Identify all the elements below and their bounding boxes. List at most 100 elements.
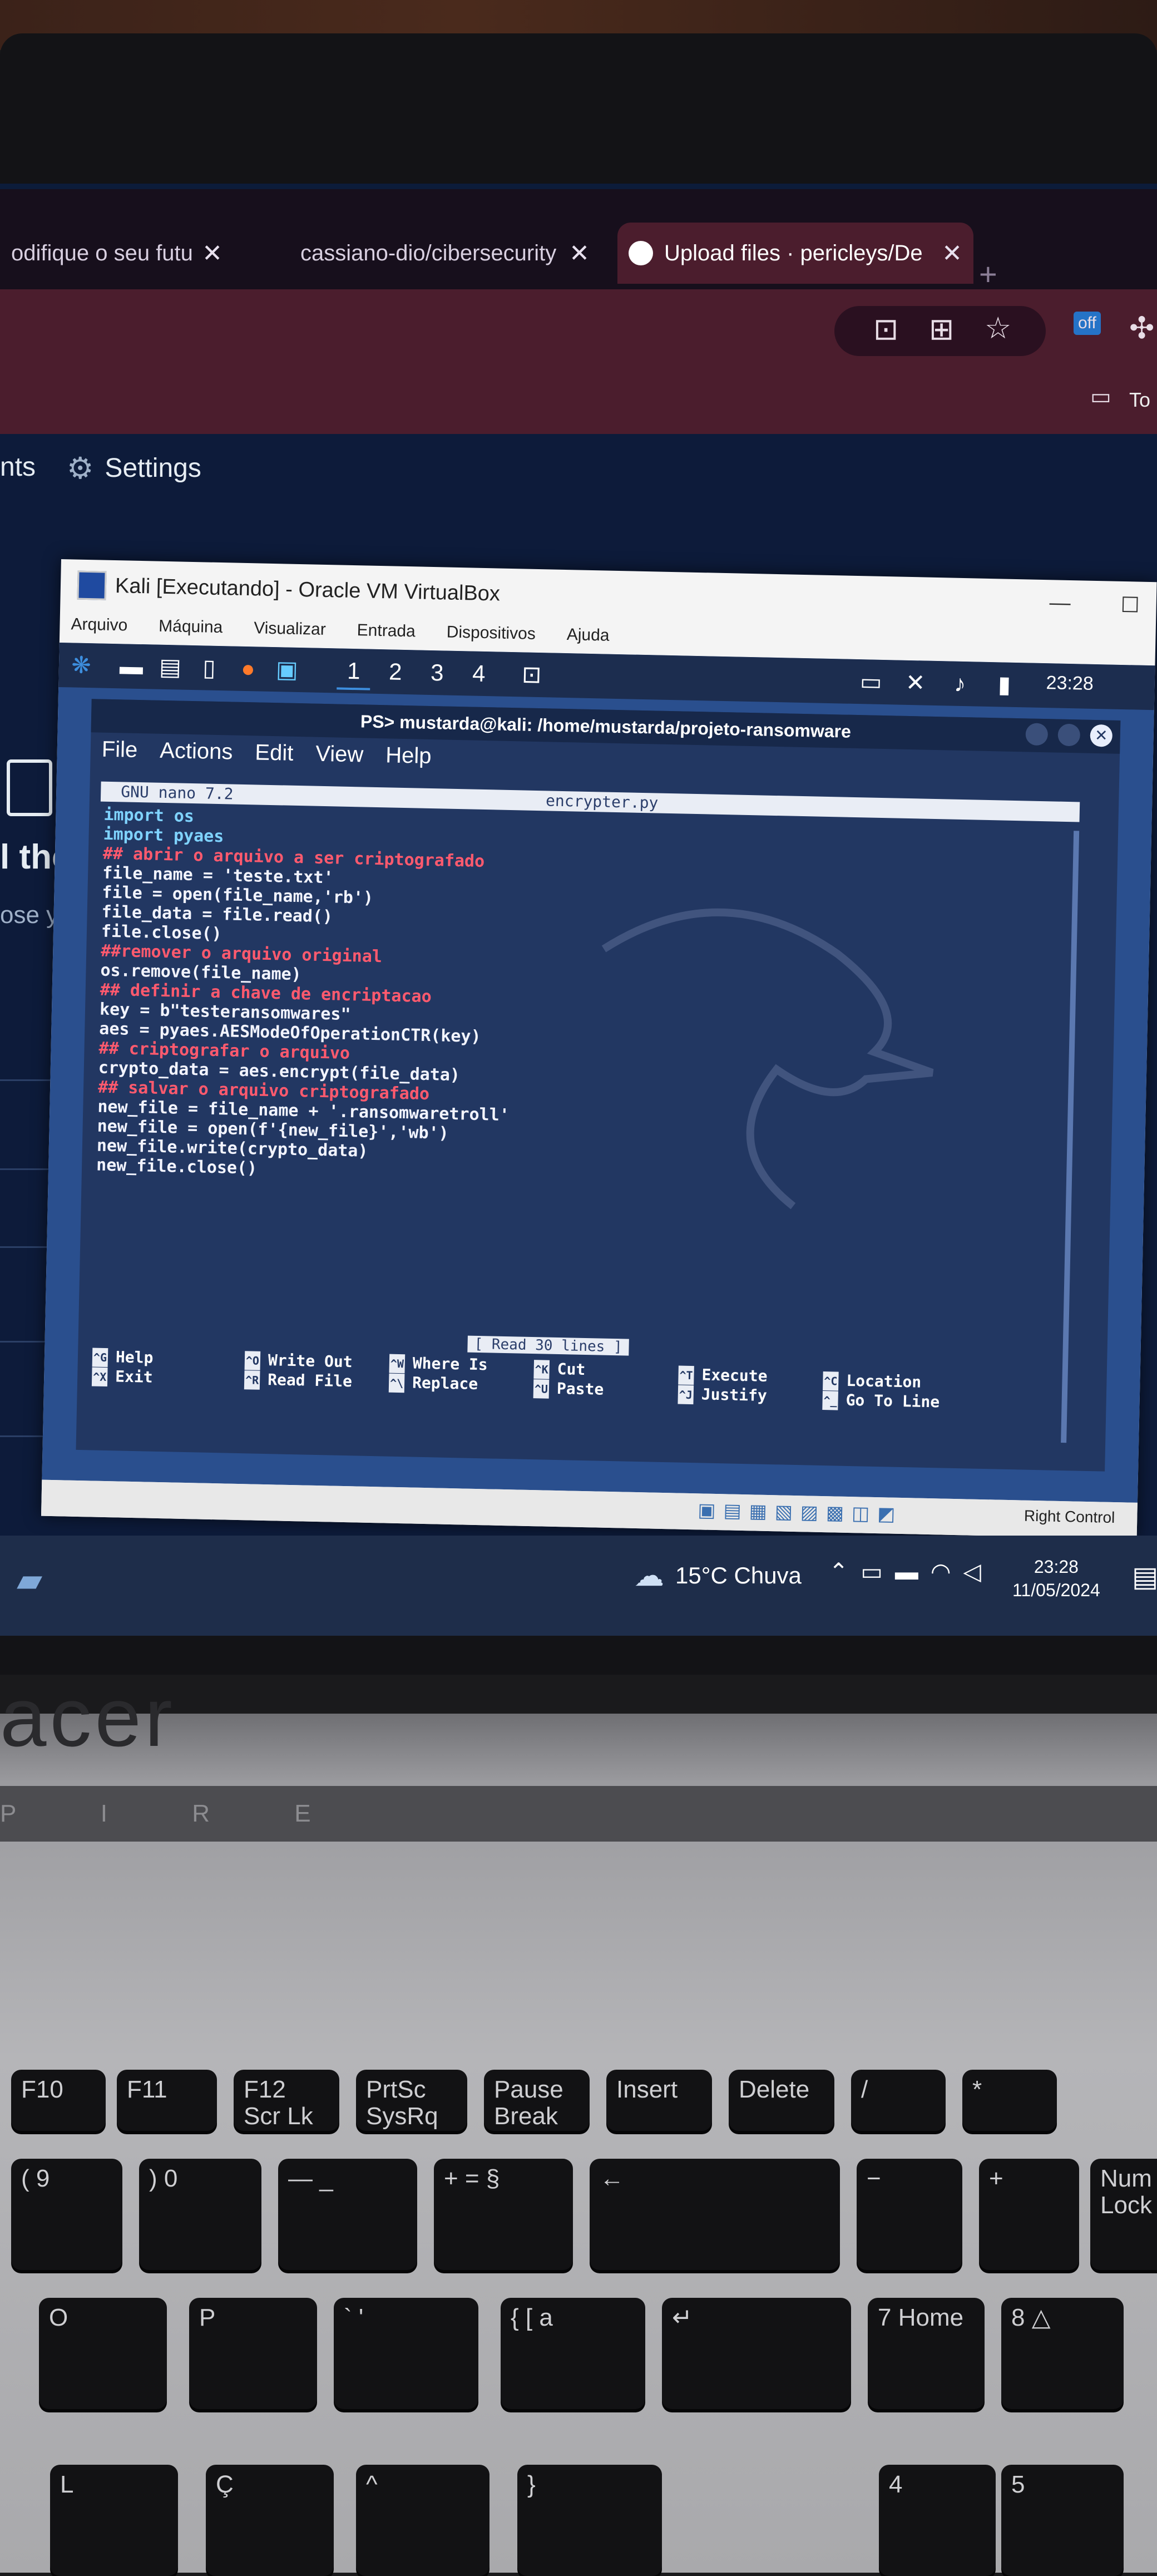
nano-filename: encrypter.py [545, 791, 659, 812]
keyboard-key[interactable]: + = § [434, 2159, 573, 2270]
menu-entrada[interactable]: Entrada [357, 621, 416, 641]
shortcut-key: ^J [678, 1385, 694, 1405]
keyboard-key[interactable]: L [50, 2465, 178, 2576]
keyboard-key[interactable]: ) 0 [139, 2159, 261, 2270]
laptop-palmrest [0, 1714, 1157, 2573]
keyboard-key[interactable]: ` ' [334, 2298, 478, 2409]
repo-settings-tab[interactable]: ⚙ Settings [67, 451, 201, 486]
keyboard-key[interactable]: + [979, 2159, 1079, 2270]
github-icon [629, 241, 653, 265]
tab-inactive-1[interactable]: odifique o seu futu ✕ [0, 223, 234, 284]
keyboard-key[interactable]: ^ [356, 2465, 490, 2576]
keyboard-key[interactable]: ↵ [662, 2298, 851, 2409]
maximize-icon[interactable]: ☐ [1120, 593, 1140, 618]
maximize-icon[interactable] [1057, 723, 1081, 747]
menu-view[interactable]: View [315, 742, 364, 768]
keyboard-key[interactable]: F10 [11, 2070, 106, 2131]
new-tab-button[interactable]: + [979, 256, 997, 292]
vbox-device-icons[interactable]: ▣▤▦▧▨▩◫◩ [698, 1499, 903, 1526]
menu-edit[interactable]: Edit [255, 740, 294, 766]
close-icon[interactable]: ✕ [569, 239, 590, 268]
workspace-3[interactable]: 3 [420, 656, 454, 690]
keyboard-key[interactable]: Insert [606, 2070, 712, 2131]
browser-toolbar: ⊡ ⊞ ☆ off ✣ [0, 289, 1157, 373]
virtualbox-icon [77, 570, 107, 600]
menu-maquina[interactable]: Máquina [159, 617, 223, 637]
close-icon[interactable]: ✕ [202, 239, 222, 268]
keyboard-key[interactable]: { [ a [501, 2298, 645, 2409]
keyboard-key[interactable]: Delete [729, 2070, 834, 2131]
keyboard-key[interactable]: Pause Break [484, 2070, 590, 2131]
keyboard-key[interactable]: Num Lock [1090, 2159, 1157, 2270]
taskbar-clock[interactable]: 23:28 11/05/2024 [1012, 1555, 1100, 1602]
show-desktop-icon[interactable]: ▬ [114, 649, 148, 683]
system-tray-icons[interactable]: ⌃▭▬◠◁ [829, 1558, 993, 1585]
shortcut-label: Read File [267, 1370, 353, 1391]
keyboard-key[interactable]: PrtSc SysRq [356, 2070, 467, 2131]
window-list-icon[interactable]: ⊡ [515, 658, 548, 692]
shortcut-label: Cut [557, 1359, 586, 1379]
shortcut-label: Justify [701, 1385, 768, 1405]
translate-icon[interactable]: ⊞ [929, 312, 954, 347]
nano-status-message: [ Read 30 lines ] [467, 1335, 629, 1356]
terminal-icon[interactable]: ▣ [270, 653, 304, 687]
keyboard-key[interactable]: O [39, 2298, 167, 2409]
keyboard-key[interactable]: } [517, 2465, 662, 2576]
workspace-2[interactable]: 2 [378, 655, 412, 689]
shortcut-key: ^\ [388, 1373, 405, 1393]
weather-label: 15°C Chuva [675, 1562, 802, 1588]
keyboard-key[interactable]: Ç [206, 2465, 334, 2576]
weather-widget[interactable]: ☁ 15°C Chuva [634, 1558, 802, 1593]
menu-file[interactable]: File [101, 737, 137, 763]
monitor-icon[interactable]: ▭ [854, 665, 888, 699]
text-editor-icon[interactable]: ▯ [192, 651, 226, 685]
battery-icon[interactable]: ▮ [987, 668, 1021, 702]
shortcut-key: ^R [244, 1370, 260, 1390]
close-icon[interactable]: ✕ [1090, 724, 1113, 747]
tab-active[interactable]: Upload files · pericleys/De ✕ [617, 223, 973, 284]
repo-nav-fragment[interactable]: nts [0, 452, 36, 482]
keyboard-key[interactable]: F11 [117, 2070, 217, 2131]
shortcut-key: ^U [533, 1379, 550, 1399]
keyboard-key[interactable]: ( 9 [11, 2159, 122, 2270]
minimize-icon[interactable] [1025, 723, 1049, 746]
menu-help[interactable]: Help [385, 743, 432, 769]
workspace-1[interactable]: 1 [337, 654, 371, 690]
file-manager-icon[interactable]: ▤ [153, 650, 187, 684]
keyboard-key[interactable]: − [857, 2159, 962, 2270]
nano-version: GNU nano 7.2 [120, 782, 234, 803]
mute-icon[interactable]: ✕ [898, 666, 932, 700]
keyboard-key[interactable]: P [189, 2298, 317, 2409]
extensions-puzzle-icon[interactable]: ✣ [1129, 310, 1154, 346]
menu-ajuda[interactable]: Ajuda [566, 625, 609, 645]
tab-inactive-2[interactable]: cassiano-dio/cibersecurity ✕ [289, 223, 601, 284]
virtualbox-window: Kali [Executando] - Oracle VM VirtualBox… [41, 559, 1157, 1539]
keyboard-key[interactable]: 5 [1001, 2465, 1124, 2576]
keyboard-key[interactable]: 7 Home [868, 2298, 985, 2409]
keyboard-key[interactable]: / [851, 2070, 946, 2131]
keyboard-key[interactable]: 8 △ [1001, 2298, 1124, 2409]
keyboard-key[interactable]: 4 [879, 2465, 996, 2576]
menu-dispositivos[interactable]: Dispositivos [446, 623, 536, 644]
bookmark-folder-label[interactable]: To [1129, 388, 1150, 412]
keyboard-key[interactable]: — _ [278, 2159, 417, 2270]
extension-icon[interactable]: off [1074, 312, 1101, 335]
minimize-icon[interactable]: — [1049, 591, 1071, 616]
menu-visualizar[interactable]: Visualizar [254, 619, 326, 639]
kali-menu-icon[interactable]: ❋ [64, 648, 98, 682]
scrollbar[interactable] [1061, 831, 1080, 1443]
keyboard-key[interactable]: ← [590, 2159, 840, 2270]
keyboard-key[interactable]: * [962, 2070, 1057, 2131]
menu-actions[interactable]: Actions [160, 738, 233, 765]
firefox-icon[interactable]: ● [231, 652, 265, 685]
star-icon[interactable]: ☆ [985, 310, 1011, 346]
taskbar-app-icon[interactable]: ▰ [17, 1561, 42, 1600]
workspace-4[interactable]: 4 [462, 657, 496, 690]
bell-icon[interactable]: ♪ [943, 667, 977, 700]
notifications-icon[interactable]: ▤ [1132, 1561, 1157, 1593]
close-icon[interactable]: ✕ [942, 239, 962, 268]
menu-arquivo[interactable]: Arquivo [71, 615, 127, 635]
code-editor[interactable]: import os import pyaes ## abrir o arquivo … [96, 805, 516, 1183]
keyboard-key[interactable]: F12 Scr Lk [234, 2070, 339, 2131]
install-app-icon[interactable]: ⊡ [873, 312, 898, 347]
